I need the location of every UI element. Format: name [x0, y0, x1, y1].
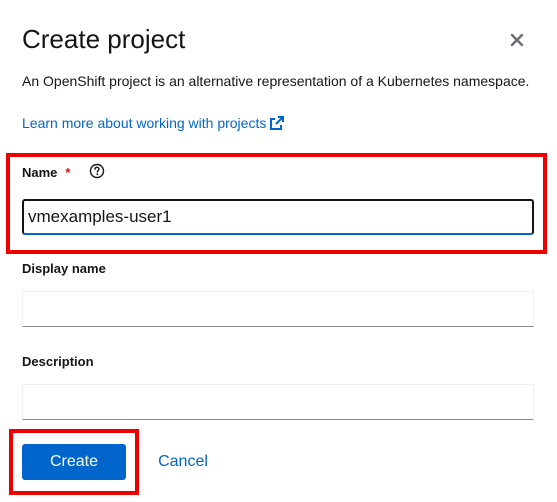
- learn-more-link[interactable]: Learn more about working with projects: [22, 113, 285, 133]
- name-label-text: Name: [22, 165, 58, 180]
- required-marker: *: [65, 165, 71, 180]
- display-name-input[interactable]: [22, 291, 534, 327]
- modal-title: Create project: [22, 24, 186, 54]
- create-project-modal: Create project An OpenShift project is a…: [0, 0, 557, 502]
- name-input[interactable]: [22, 199, 534, 235]
- help-icon[interactable]: [89, 163, 105, 179]
- learn-more-link-text: Learn more about working with projects: [22, 115, 267, 131]
- external-link-icon: [269, 115, 285, 131]
- modal-description: An OpenShift project is an alternative r…: [22, 73, 530, 89]
- close-icon[interactable]: [505, 28, 529, 52]
- description-label: Description: [22, 354, 94, 369]
- cancel-button[interactable]: Cancel: [146, 444, 220, 480]
- name-label: Name *: [22, 164, 70, 182]
- description-input[interactable]: [22, 384, 534, 420]
- display-name-label: Display name: [22, 261, 106, 276]
- create-button[interactable]: Create: [22, 444, 126, 480]
